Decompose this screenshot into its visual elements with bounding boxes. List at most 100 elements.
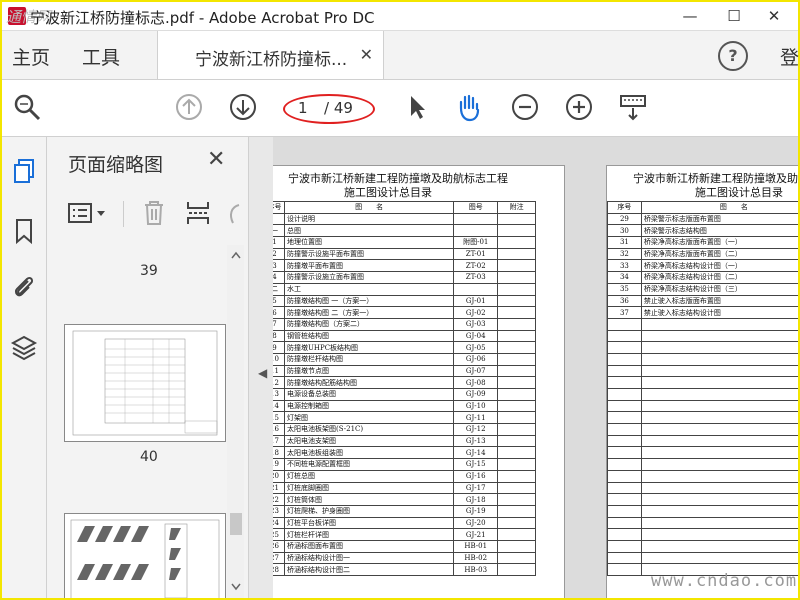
layers-icon[interactable] [10,333,38,361]
table-cell: 灯桩爬梯、护身圈图 [283,504,455,518]
table-cell: 24 [273,516,285,530]
table-cell: 28 [273,563,285,576]
table-cell: 灯桩栏杆详图 [283,528,455,541]
table-cell [497,423,536,436]
table-cell: 8 [273,329,285,343]
zoom-out-icon[interactable] [510,92,540,122]
toolbar-divider [123,201,124,227]
table-cell [497,317,536,331]
thumbnail-scrollbar[interactable] [227,245,244,598]
table-cell: 10 [273,352,285,366]
table-row-empty [607,329,798,343]
table-cell-empty [640,493,798,506]
table-cell [497,481,536,495]
table-cell: 钢管桩结构图 [283,329,455,343]
table-cell: 35 [607,282,642,296]
delete-page-icon[interactable] [141,199,167,227]
thumbnail-page-40[interactable] [64,324,226,442]
close-tab-button[interactable]: ✕ [360,45,373,64]
table-cell: HB-01 [453,539,499,553]
table-row: 3防撞墩平面布置图ZT-02 [273,259,536,273]
table-header-cell: 图号 [453,201,499,214]
panel-title: 页面缩略图 [68,154,164,176]
scrollbar-thumb[interactable] [230,513,242,535]
table-cell [497,539,536,553]
table-row-empty [607,539,798,553]
scroll-up-icon[interactable] [231,251,241,259]
extract-pages-icon[interactable] [185,199,211,227]
table-row: 23灯桩爬梯、护身圈图GJ-19 [273,504,536,518]
site-watermark: www.cndao.com [651,571,798,591]
table-cell-empty [607,411,642,425]
table-cell: 13 [273,388,285,401]
table-cell: 12 [273,376,285,389]
table-cell [453,224,499,238]
table-cell: 桥梁净高标志版面布置图（二） [640,247,798,261]
table-cell: 桥梁净高标志结构设计图（二） [640,271,798,284]
table-cell-empty [640,388,798,401]
table-row: 4防撞警示设施立面布置图ZT-03 [273,271,536,284]
close-window-button[interactable]: ✕ [754,4,794,28]
table-row: 27桥涵标结构设计图一HB-02 [273,551,536,565]
thumbnail-page-41[interactable] [64,513,226,598]
table-cell: GJ-11 [453,411,499,425]
table-cell: 21 [273,481,285,495]
table-cell-empty [640,352,798,366]
table-cell [497,434,536,448]
table-cell [497,282,536,296]
document-tab-label: 宁波新江桥防撞标... [195,50,348,70]
bookmark-icon[interactable] [10,217,38,245]
previous-page-icon[interactable] [174,92,204,122]
hand-tool-icon[interactable] [454,92,484,122]
table-cell [497,247,536,261]
table-row: 16太阳电池板架图(S-21C)GJ-12 [273,423,536,436]
attachment-icon[interactable] [10,273,38,301]
table-cell-empty [607,458,642,471]
select-arrow-icon[interactable] [402,92,432,122]
table-row-empty [607,411,798,425]
table-cell: 防撞墩平面布置图 [283,259,455,273]
panel-toolbar [47,195,248,235]
table-cell: 不同桩电源配置框图 [283,458,455,471]
table-cell: 禁止驶入标志版面布置图 [640,294,798,308]
collapse-panel-icon[interactable]: ◀ [258,366,267,380]
zoom-in-icon[interactable] [564,92,594,122]
table-cell: 桥梁净高标志结构设计图（一） [640,259,798,273]
login-button[interactable]: 登 [780,43,799,70]
help-icon[interactable]: ? [718,41,748,71]
maximize-button[interactable]: ☐ [714,4,754,28]
table-cell: GJ-02 [453,306,499,319]
table-cell: GJ-14 [453,446,499,460]
close-panel-button[interactable]: ✕ [207,147,225,172]
table-cell: 29 [607,212,642,226]
next-page-icon[interactable] [228,92,258,122]
table-row: 6防撞墩结构图 二（方案一）GJ-02 [273,306,536,319]
table-cell-empty [607,317,642,331]
table-header-cell: 图 名 [640,201,798,214]
rotate-page-icon[interactable] [225,201,241,227]
table-row-empty [607,364,798,378]
table-row-empty [607,388,798,401]
menu-home[interactable]: 主页 [12,43,50,70]
zoom-search-icon[interactable] [12,92,42,122]
table-cell [497,212,536,226]
thumbnail-options-icon[interactable] [67,201,111,227]
table-cell-empty [640,551,798,565]
scroll-down-icon[interactable] [231,583,241,591]
keyboard-mode-icon[interactable] [618,92,648,122]
table-cell: 防撞墩节点图 [283,364,455,378]
table-cell-empty [640,446,798,460]
table-row: 设计说明 [273,212,536,226]
table-row-empty [607,493,798,506]
menu-tools[interactable]: 工具 [82,43,120,70]
table-cell: 桥涵标图面布置图 [283,539,455,553]
table-row: 9防撞墩UHPC板结构图GJ-05 [273,341,536,354]
table-row: 37 禁止驶入标志结构设计图 [607,306,798,319]
document-tab[interactable]: 宁波新江桥防撞标... ✕ [157,31,384,79]
minimize-button[interactable]: — [670,4,710,28]
table-cell-empty [607,516,642,530]
document-view[interactable]: 宁波市新江桥新建工程防撞墩及助航标志工程 施工图设计总目录 序号图 名图号附注设… [273,137,798,598]
page-thumbnails-icon[interactable] [10,157,38,185]
table-cell [497,563,536,576]
table-cell: 5 [273,294,285,308]
